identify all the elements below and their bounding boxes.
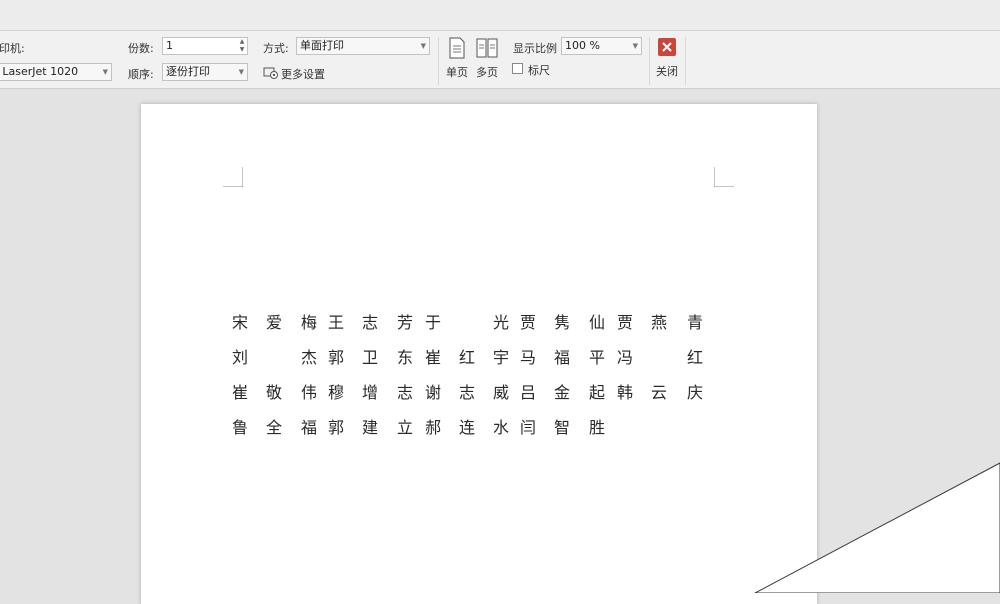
secondary-page — [754, 462, 1000, 593]
